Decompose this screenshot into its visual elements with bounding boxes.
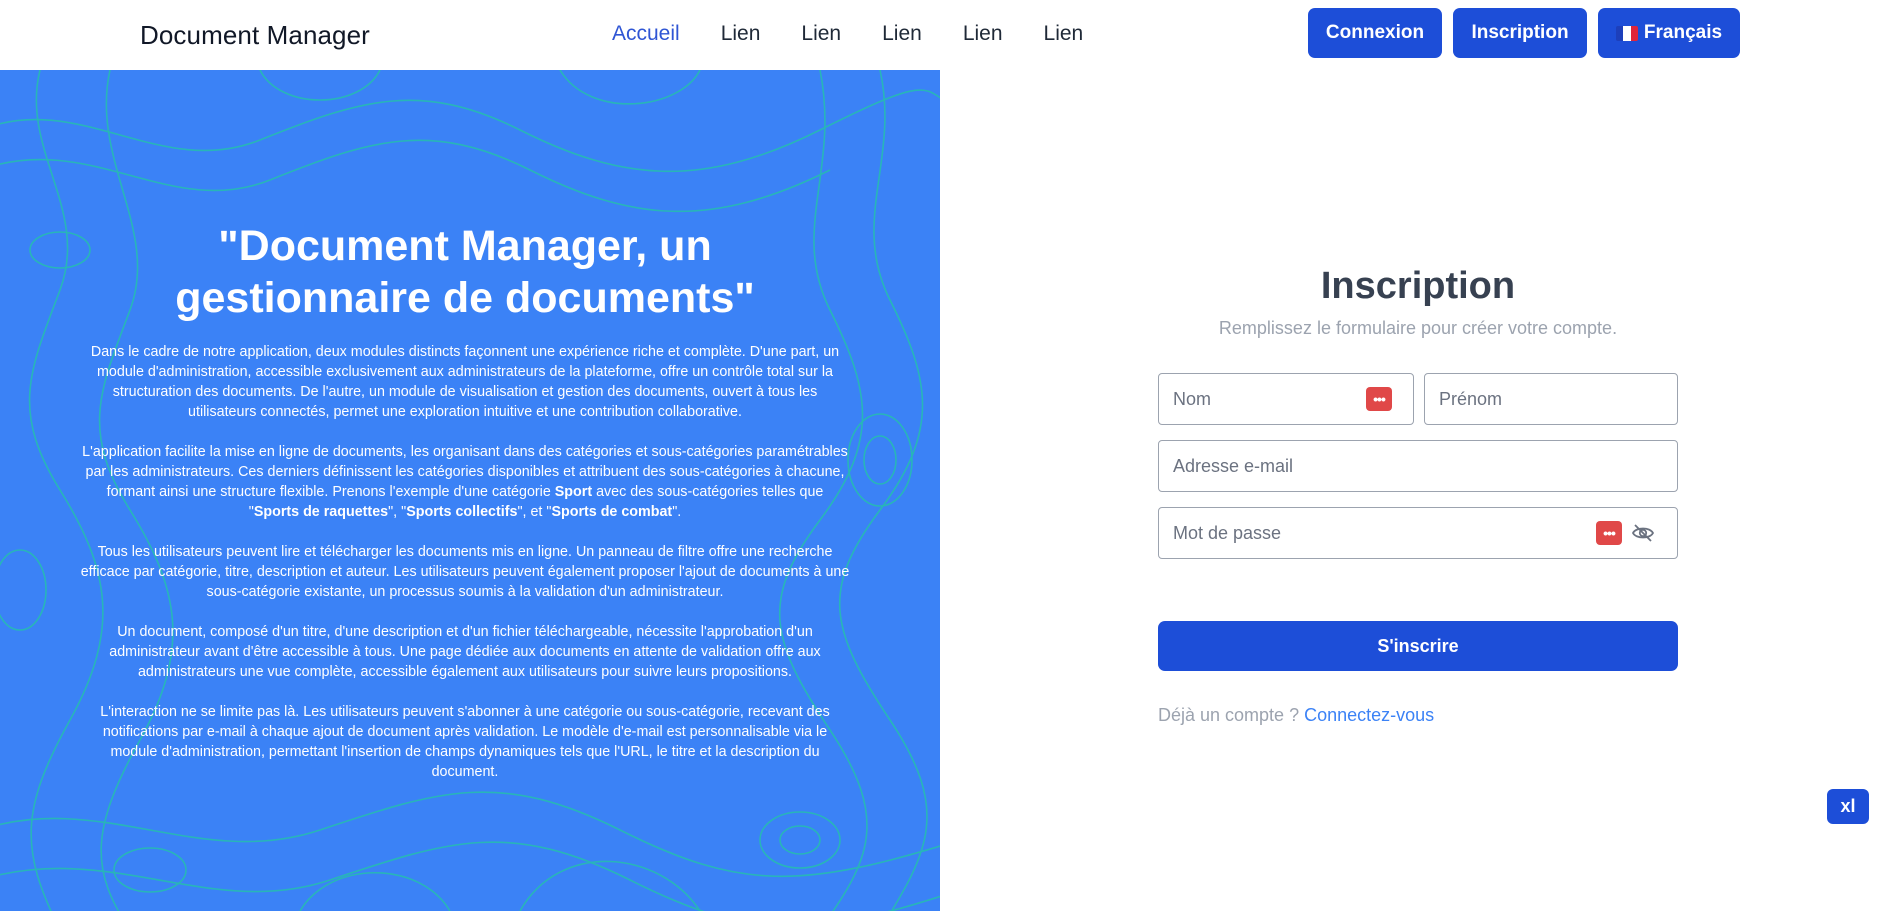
p2-collectifs: Sports collectifs	[406, 504, 518, 520]
form-subtitle: Remplissez le formulaire pour créer votr…	[1218, 318, 1618, 338]
p2-text-d: ", et "	[517, 504, 552, 520]
hero-paragraph-4: Un document, composé d'un titre, d'une d…	[109, 624, 821, 680]
password-manager-icon[interactable]: •••	[1596, 521, 1622, 545]
p2-combat: Sports de combat	[551, 504, 673, 520]
breakpoint-badge: xl	[1827, 789, 1869, 824]
hero-content: "Document Manager, un gestionnaire de do…	[80, 220, 850, 802]
french-flag-icon	[1615, 25, 1638, 41]
signup-header: Inscription Remplissez le formulaire pou…	[1158, 265, 1678, 339]
hero-paragraph-5: L'interaction ne se limite pas là. Les u…	[100, 704, 830, 780]
eye-off-icon[interactable]	[1630, 521, 1656, 545]
navbar: Document Manager Accueil Lien Lien Lien …	[0, 0, 1888, 70]
have-account-text: Déjà un compte ?	[1158, 705, 1300, 725]
prenom-field[interactable]: Prénom	[1424, 373, 1678, 425]
nav-link-accueil[interactable]: Accueil	[612, 22, 680, 46]
p2-raquettes: Sports de raquettes	[253, 504, 389, 520]
password-placeholder: Mot de passe	[1173, 523, 1282, 543]
hero-title: "Document Manager, un gestionnaire de do…	[175, 222, 755, 322]
nav-link-3[interactable]: Lien	[882, 22, 922, 46]
hero-panel: "Document Manager, un gestionnaire de do…	[0, 70, 940, 911]
nav-link-1[interactable]: Lien	[721, 22, 761, 46]
login-button[interactable]: Connexion	[1308, 8, 1442, 58]
email-placeholder: Adresse e-mail	[1173, 456, 1294, 476]
login-link[interactable]: Connectez-vous	[1304, 705, 1434, 725]
signup-submit-button[interactable]: S'inscrire	[1158, 621, 1678, 671]
hero-paragraph-3: Tous les utilisateurs peuvent lire et té…	[80, 544, 850, 600]
language-button[interactable]: Français	[1598, 8, 1740, 58]
password-field[interactable]: Mot de passe •••	[1158, 507, 1678, 559]
form-title: Inscription	[1320, 265, 1516, 307]
p2-text-c: ", "	[388, 504, 407, 520]
nav-link-4[interactable]: Lien	[963, 22, 1003, 46]
email-field[interactable]: Adresse e-mail	[1158, 440, 1678, 492]
nav-link-5[interactable]: Lien	[1044, 22, 1084, 46]
login-prompt: Déjà un compte ? Connectez-vous	[1158, 705, 1434, 726]
hero-paragraph-2: L'application facilite la mise en ligne …	[80, 442, 850, 522]
brand-logo[interactable]: Document Manager	[140, 20, 370, 51]
nom-field[interactable]: Nom •••	[1158, 373, 1414, 425]
nav-link-2[interactable]: Lien	[801, 22, 841, 46]
p2-sport: Sport	[554, 484, 593, 500]
language-label: Français	[1643, 22, 1723, 43]
password-manager-icon[interactable]: •••	[1366, 387, 1392, 411]
nav-links: Accueil Lien Lien Lien Lien Lien	[612, 22, 1124, 46]
nom-placeholder: Nom	[1173, 389, 1212, 409]
prenom-placeholder: Prénom	[1439, 389, 1503, 409]
hero-paragraph-1: Dans le cadre de notre application, deux…	[90, 344, 840, 420]
p2-text-e: ".	[672, 504, 682, 520]
register-button[interactable]: Inscription	[1453, 8, 1587, 58]
